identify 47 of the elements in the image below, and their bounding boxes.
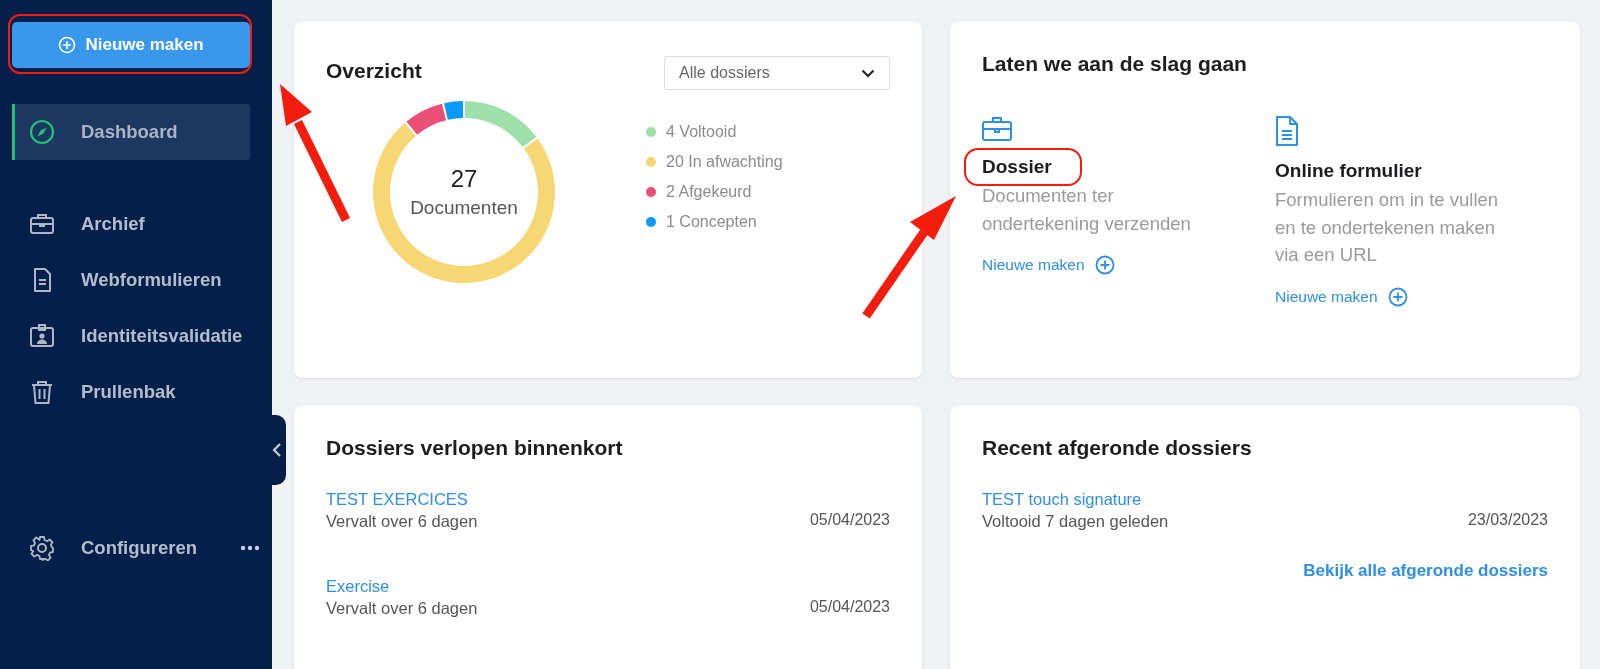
- nav-item[interactable]: Identiteitsvalidatie: [12, 308, 250, 364]
- total-count: 27: [450, 165, 478, 193]
- dossier-link[interactable]: TEST touch signature: [982, 490, 1169, 509]
- id-badge-icon: [29, 323, 55, 349]
- create-new-link[interactable]: Nieuwe maken: [982, 255, 1115, 275]
- dossier-status: Vervalt over 6 dagen: [326, 512, 478, 531]
- legend-label: 20 In afwachting: [666, 153, 783, 171]
- option-description: Documenten ter ondertekening verzenden: [982, 184, 1192, 236]
- view-all-link[interactable]: Bekijk alle afgeronde dossiers: [1303, 561, 1548, 581]
- filter-dropdown[interactable]: Alle dossiers: [664, 56, 890, 90]
- dossier-link[interactable]: Exercise: [326, 577, 478, 596]
- dossier-date: 05/04/2023: [809, 511, 890, 530]
- create-new-link[interactable]: Nieuwe maken: [1275, 286, 1408, 307]
- card-title: Recent afgeronde dossiers: [982, 436, 1252, 460]
- document-icon: [1275, 116, 1299, 146]
- card-title: Laten we aan de slag gaan: [982, 52, 1247, 76]
- legend-label: 4 Voltooid: [666, 123, 737, 141]
- plus-circle-icon: [58, 36, 77, 54]
- nav-item[interactable]: Webformulieren: [12, 252, 250, 308]
- legend-label: 1 Concepten: [666, 213, 757, 231]
- compass-icon: [29, 119, 55, 145]
- dossier-status: Vervalt over 6 dagen: [326, 599, 478, 618]
- option-title: Online formulier: [1275, 160, 1422, 182]
- more-icon[interactable]: [240, 545, 260, 551]
- nav-item[interactable]: Archief: [12, 196, 250, 252]
- nav-item[interactable]: Prullenbak: [12, 364, 250, 420]
- trash-icon: [29, 379, 55, 405]
- plus-circle-icon: [1094, 255, 1115, 275]
- nav-item[interactable]: Dashboard: [12, 104, 250, 160]
- total-label: Documenten: [410, 197, 518, 219]
- dossier-date: 05/04/2023: [809, 598, 890, 617]
- legend-label: 2 Afgekeurd: [666, 183, 752, 201]
- plus-circle-icon: [1387, 286, 1408, 307]
- option-title: Dossier: [982, 156, 1052, 178]
- new-button[interactable]: Nieuwe maken: [12, 22, 250, 68]
- dossier-date: 23/03/2023: [1467, 511, 1548, 530]
- dossier-link[interactable]: TEST EXERCICES: [326, 490, 478, 509]
- dossier-status: Voltooid 7 dagen geleden: [982, 512, 1169, 531]
- card-title: Dossiers verlopen binnenkort: [326, 436, 623, 460]
- card-title: Overzicht: [326, 59, 422, 83]
- briefcase-icon: [982, 116, 1012, 142]
- chevron-down-icon: [861, 68, 875, 78]
- option-description: Formulieren om in te vullen en te ondertekenen maken via een URL: [1275, 188, 1500, 267]
- settings-item[interactable]: Configureren: [12, 520, 198, 576]
- settings-icon: [29, 535, 55, 561]
- briefcase-icon: [29, 211, 55, 237]
- chevron-left-icon: [272, 442, 282, 458]
